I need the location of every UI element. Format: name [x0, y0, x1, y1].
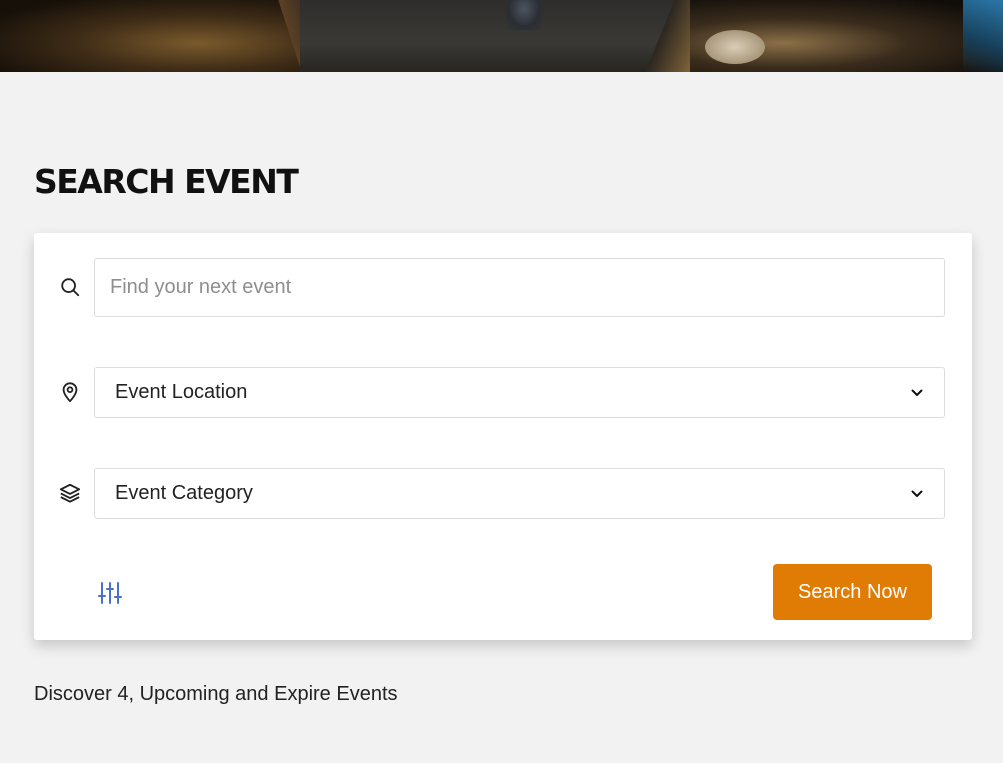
map-pin-icon: [58, 380, 82, 404]
hero-banner-image: [0, 0, 1003, 72]
search-icon: [58, 275, 82, 299]
section-title: SEARCH EVENT: [34, 162, 299, 201]
search-now-button[interactable]: Search Now: [773, 564, 932, 620]
hero-stage-floor: [300, 0, 690, 72]
hero-screen-glow: [963, 0, 1003, 72]
event-location-select[interactable]: Event Location: [94, 367, 945, 418]
hero-round-table: [705, 30, 765, 64]
events-summary: Discover 4, Upcoming and Expire Events: [34, 683, 398, 705]
hero-speaker-figure: [506, 0, 542, 30]
chevron-down-icon: [910, 386, 924, 400]
search-input[interactable]: [95, 259, 944, 316]
event-location-value: Event Location: [115, 381, 248, 403]
advanced-filter-button[interactable]: [98, 581, 122, 605]
sliders-icon: [98, 582, 122, 604]
search-field: [94, 258, 945, 317]
layers-icon: [58, 481, 82, 505]
chevron-down-icon: [910, 487, 924, 501]
event-category-value: Event Category: [115, 482, 253, 504]
search-card: Event Location Event Category: [34, 233, 972, 640]
event-category-select[interactable]: Event Category: [94, 468, 945, 519]
